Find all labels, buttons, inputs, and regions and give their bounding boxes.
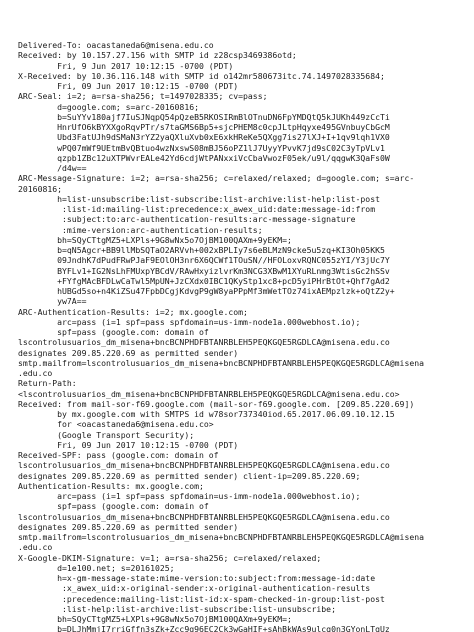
header-line: 09JndhK7dPudFRwPJaF9EOlOH3nr6X6QCWf1TOuS…: [18, 255, 390, 266]
header-line: ARC-Seal: i=2; a=rsa-sha256; t=149702833…: [18, 91, 268, 102]
header-line: spf=pass (google.com: domain of: [18, 327, 209, 337]
email-header-text: Delivered-To: oacastaneda6@misena.edu.co…: [18, 40, 468, 632]
header-line: d=1e100.net; s=20161025;: [18, 562, 175, 573]
header-line: +FYfgMAcBFDLwCaTwl5MpUN+JzCXdx0IBC1QKySt…: [18, 275, 390, 286]
header-line: smtp.mailfrom=lscontrolusuarios_dm_misen…: [18, 532, 425, 542]
header-line: Fri, 9 Jun 2017 10:12:15 -0700 (PDT): [18, 60, 234, 71]
header-line: Delivered-To: oacastaneda6@misena.edu.co: [18, 40, 214, 50]
header-line: h=x-gm-message-state:mime-version:to:sub…: [18, 573, 376, 583]
header-line: bh=SQyCTtgMZ5+LXPls+9G8wNx5o7OjBM100QAXm…: [18, 234, 292, 245]
header-line: Received: from mail-sor-f69.google.com (…: [18, 398, 415, 409]
header-line: Authentication-Results: mx.google.com;: [18, 480, 204, 491]
header-line: for <oacastaneda6@misena.edu.co>: [18, 419, 214, 430]
header-line: :subject:to:arc-authentication-results:a…: [18, 214, 356, 225]
header-line: BYFLv1+IG2NsLhFMUxpYBCdV/RAwHxyizlvrKm3N…: [18, 265, 390, 276]
header-line: yw7A==: [18, 296, 87, 307]
header-line: (Google Transport Security);: [18, 429, 195, 440]
header-line: wPQ07mWf9UEtmBvQBtuo4wzNxswS08mBJ56oPZ1l…: [18, 142, 385, 153]
header-line: arc=pass (i=1 spf=pass spfdomain=us-imm-…: [18, 491, 361, 501]
header-line: X-Received: by 10.36.116.148 with SMTP i…: [18, 70, 385, 81]
header-line: Received-SPF: pass (google.com: domain o…: [18, 450, 219, 460]
header-line: :list-id:mailing-list:precedence:x_awex_…: [18, 204, 376, 214]
header-line: b=DLJhMmjI7rriGffn3sZk+Zcc9g96EC2Ck3wGaH…: [18, 624, 390, 632]
document-page: Delivered-To: oacastaneda6@misena.edu.co…: [0, 0, 474, 632]
header-line: <lscontrolusuarios_dm_misena+bncBCNPHDFB…: [18, 388, 400, 399]
header-line: :precedence:mailing-list:list-id:x-spam-…: [18, 593, 385, 604]
header-line: .edu.co: [18, 542, 53, 553]
header-line: arc=pass (i=1 spf=pass spfdomain=us-imm-…: [18, 316, 361, 327]
header-line: designates 209.85.220.69 as permitted se…: [18, 347, 239, 358]
header-line: hUBGd5so+n4KiZSu47FpbDCgjKdvgP9gW8yaPPpM…: [18, 286, 395, 296]
header-line: b=SuYYv180ajf7IuSJNqpQ54pQzeB5RKOSIRmBlO…: [18, 111, 390, 122]
header-line: :x_awex_uid:x-original-sender:x-original…: [18, 583, 371, 594]
header-line: designates 209.85.220.69 as permitted se…: [18, 470, 361, 481]
header-line: ARC-Message-Signature: i=2; a=rsa-sha256…: [18, 173, 415, 184]
header-line: by mx.google.com with SMTPS id w78sor737…: [18, 409, 395, 419]
header-line: spf=pass (google.com: domain of: [18, 501, 209, 512]
header-line: lscontrolusuarios_dm_misena+bncBCNPHDFBT…: [18, 511, 390, 522]
header-line: ARC-Authentication-Results: i=2; mx.goog…: [18, 306, 248, 317]
header-line: designates 209.85.220.69 as permitted se…: [18, 521, 239, 532]
header-line: .edu.co: [18, 368, 53, 378]
header-line: d=google.com; s=arc-20160816;: [18, 101, 199, 112]
header-line: h=list-unsubscribe:list-subscribe:list-a…: [18, 193, 380, 204]
header-line: lscontrolusuarios_dm_misena+bncBCNPHDFBT…: [18, 460, 390, 471]
header-line: X-Google-DKIM-Signature: v=1; a=rsa-sha2…: [18, 552, 322, 563]
header-line: Ubd3FatUJh9dSMaN3rYZ2yaQXluXvb0xE6xkHReK…: [18, 132, 390, 143]
header-line: /d4w==: [18, 163, 87, 173]
header-line: Fri, 09 Jun 2017 10:12:15 -0700 (PDT): [18, 439, 239, 450]
header-line: b=qN5Agcr+BB9llMbSQTaO2ARVvh+002xBPLIy7s…: [18, 245, 385, 255]
header-line: :mime-version:arc-authentication-results…: [18, 224, 263, 235]
header-line: smtp.mailfrom=lscontrolusuarios_dm_misen…: [18, 357, 425, 368]
header-line: :list-help:list-archive:list-subscribe:l…: [18, 603, 336, 614]
header-line: HnrUfO6kBYXXgoRqvPTr/s7taGMS6Bp5+sjcPHEM…: [18, 122, 390, 132]
header-line: Fri, 09 Jun 2017 10:12:15 -0700 (PDT): [18, 81, 239, 91]
header-line: bh=SQyCTtgMZ5+LXPls+9G8wNx5o7OjBM100QAXm…: [18, 614, 292, 624]
header-line: Return-Path:: [18, 378, 77, 389]
header-line: 20160816;: [18, 183, 63, 194]
header-line: lscontrolusuarios_dm_misena+bncBCNPHDFBT…: [18, 337, 390, 348]
header-line: qzpb1ZBc12uXTPWvrEALe42Yd6cdjWtPANxxiVcC…: [18, 152, 390, 163]
header-line: Received: by 10.157.27.156 with SMTP id …: [18, 50, 297, 61]
